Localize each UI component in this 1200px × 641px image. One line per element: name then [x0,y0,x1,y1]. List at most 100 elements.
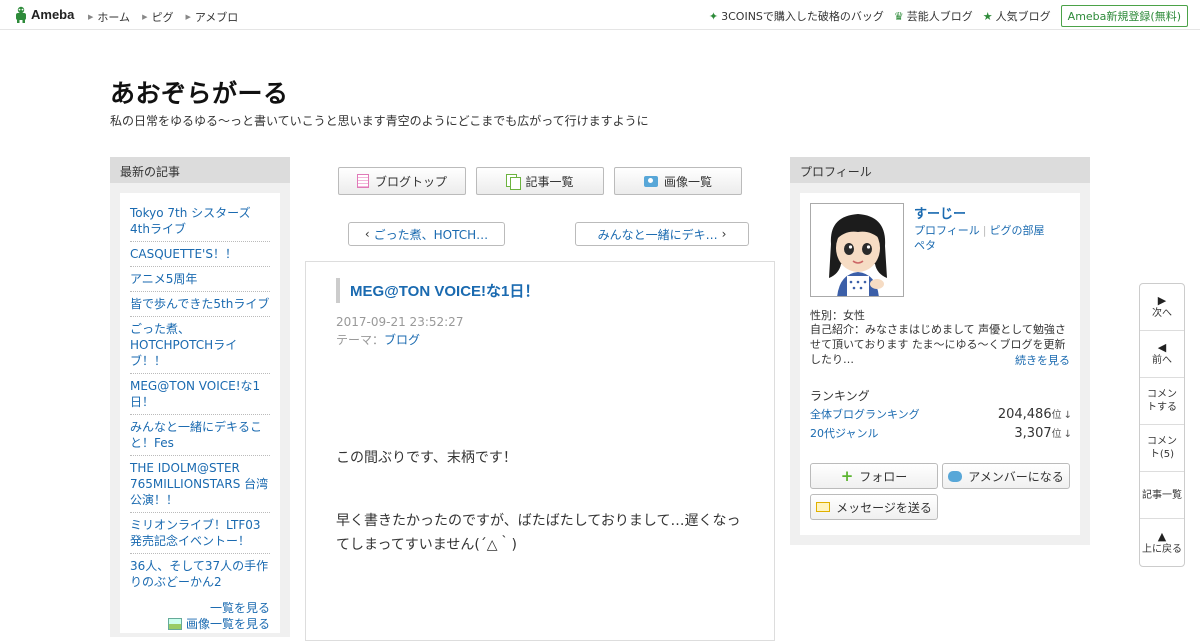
recent-articles-list: Tokyo 7th シスターズ4thライブ CASQUETTE'S！！ アニメ5… [130,201,270,594]
profile-panel: プロフィール すーじー プロフィール | ピグの部屋 ペタ 性別：女性 自己紹介… [790,157,1090,545]
popular-blog-link[interactable]: ★ 人気ブログ [983,8,1051,24]
blog-toolbar: ブログトップ 記事一覧 画像一覧 [338,167,742,195]
article-paragraph: 早く書きたかったのですが、ばたばたしておりまして…遅くなってしまってすいません(… [336,513,741,553]
amember-button[interactable]: アメンバーになる [942,463,1070,489]
ranking-label[interactable]: 全体ブログランキング [810,406,920,422]
next-entry-button[interactable]: ▶ 次へ [1140,284,1184,331]
recent-article-link[interactable]: みんなと一緒にデキること！Fes [130,415,270,456]
ameba-logo-text: Ameba [31,7,75,22]
caret-right-icon: ▶ [185,13,191,21]
profile-name[interactable]: すーじー [914,203,966,222]
nav-ameblo[interactable]: ▶ アメブロ [185,9,238,25]
crown-icon: ♛ [893,9,904,23]
article-paragraph: この間ぶりです、末柄です！ [336,450,517,466]
recent-article-link[interactable]: ミリオンライブ！LTF03発売記念イベントー！ [130,513,270,554]
next-article-button[interactable]: みんなと一緒にデキ… › [575,222,749,246]
avatar-illustration [811,204,903,296]
recent-article-link[interactable]: Tokyo 7th シスターズ4thライブ [130,201,270,242]
celebrity-blog-link[interactable]: ♛ 芸能人ブログ [894,8,973,24]
image-list-button[interactable]: 画像一覧 [614,167,742,195]
prev-entry-button[interactable]: ◀ 前へ [1140,331,1184,378]
ranking-number: 204,486 [997,407,1052,422]
header-right: ✦ 3COINSで購入した破格のバッグ ♛ 芸能人ブログ ★ 人気ブログ Ameba新… [709,5,1188,27]
chevron-right-icon: › [721,227,727,241]
entry-list-label: 記事一覧 [1142,489,1182,501]
ranking-number: 3,307 [1014,426,1052,441]
signup-button[interactable]: Ameba新規登録(無料) [1060,5,1188,27]
avatar[interactable] [810,203,904,297]
sparkle-icon: ✦ [708,9,719,23]
arrow-down-icon: ↓ [1063,410,1072,421]
send-message-button[interactable]: メッセージを送る [810,494,938,520]
blog-top-button[interactable]: ブログトップ [338,167,466,195]
back-to-top-label: 上に戻る [1142,543,1182,555]
ranking-label[interactable]: 20代ジャンル [810,425,878,441]
recent-articles-heading: 最新の記事 [110,157,290,183]
comments-label: コメント(5) [1147,436,1177,460]
celebrity-blog-label: 芸能人ブログ [906,10,973,23]
recent-article-link[interactable]: 皆で歩んできた5thライブ [130,292,270,317]
caret-right-icon: ▶ [88,13,94,21]
blog-title[interactable]: あおぞらがーる [110,74,289,110]
article-list-button[interactable]: 記事一覧 [476,167,604,195]
recent-article-link[interactable]: 36人、そして37人の手作りのぶどーかん2 [130,554,270,594]
global-nav: ▶ ホーム ▶ ピグ ▶ アメブロ [88,9,238,25]
camera-icon [643,175,658,187]
topic-link-label: 3COINSで購入した破格のバッグ [721,10,884,23]
chevron-left-icon: ‹ [364,227,370,241]
article-date: 2017-09-21 23:52:27 [336,315,464,329]
recent-article-link[interactable]: CASQUETTE'S！！ [130,242,270,267]
prev-article-button[interactable]: ‹ ごった煮、HOTCH… [348,222,505,246]
pigg-room-link[interactable]: ピグの部屋 [990,224,1045,237]
nav-ameblo-label: アメブロ [194,11,239,24]
article-title[interactable]: MEG@TON VOICE!な1日！ [336,278,539,303]
read-more-link[interactable]: 続きを見る [1015,352,1070,368]
nav-pigg-label: ピグ [151,11,174,24]
plus-icon: + [840,467,854,485]
recent-article-link[interactable]: アニメ5周年 [130,267,270,292]
recent-article-link[interactable]: ごった煮、HOTCHPOTCHライブ！！ [130,317,270,374]
comments-button[interactable]: コメント(5) [1140,425,1184,472]
recent-article-link[interactable]: THE IDOLM@STER 765MILLIONSTARS 台湾公演！！ [130,456,270,513]
ranking-heading: ランキング [810,389,870,403]
follow-button[interactable]: + フォロー [810,463,938,489]
image-list-icon [167,618,182,630]
see-all-link[interactable]: 一覧を見る [130,600,270,616]
follow-label: フォロー [859,469,908,484]
entry-list-button[interactable]: 記事一覧 [1140,472,1184,519]
arrow-up-icon: ▲ [1157,529,1167,543]
image-list-label: 画像一覧 [663,174,712,189]
ranking-unit: 位 [1051,410,1062,421]
ranking-unit: 位 [1051,429,1062,440]
amember-label: アメンバーになる [968,469,1064,484]
ranking-value: 3,307位 ↓ [1014,425,1072,441]
profile-link[interactable]: プロフィール [914,224,980,237]
article-theme-link[interactable]: ブログ [384,333,420,347]
ameba-logo[interactable]: Ameba [14,6,74,23]
profile-body: すーじー プロフィール | ピグの部屋 ペタ 性別：女性 自己紹介：みなさまはじめま… [800,193,1080,535]
recent-more-links: 一覧を見る 画像一覧を見る [130,600,270,632]
write-comment-button[interactable]: コメントする [1140,378,1184,425]
ranking-row: 20代ジャンル 3,307位 ↓ [810,425,1072,441]
nav-pigg[interactable]: ▶ ピグ [142,9,173,25]
blog-top-label: ブログトップ [374,174,447,189]
send-message-label: メッセージを送る [836,500,932,515]
see-images-label: 画像一覧を見る [185,617,270,631]
nav-home[interactable]: ▶ ホーム [88,9,130,25]
global-header: Ameba ▶ ホーム ▶ ピグ ▶ アメブロ ✦ 3COINSで購入した破格のバッグ … [0,0,1200,30]
ameba-logo-icon [16,6,26,23]
next-entry-label: 次へ [1152,308,1172,319]
recent-articles-body: Tokyo 7th シスターズ4thライブ CASQUETTE'S！！ アニメ5… [120,193,280,633]
ranking-value: 204,486位 ↓ [998,406,1072,422]
recent-article-link[interactable]: MEG@TON VOICE!な1日！ [130,374,270,415]
caret-right-icon: ▶ [142,13,148,21]
peta-link[interactable]: ペタ [914,239,936,252]
star-icon: ★ [982,9,993,23]
prev-entry-label: 前へ [1152,355,1172,366]
write-comment-label: コメントする [1147,389,1177,413]
floating-nav: ▶ 次へ ◀ 前へ コメントする コメント(5) 記事一覧 ▲ 上に戻る [1139,283,1185,567]
next-article-label: みんなと一緒にデキ… [597,227,718,242]
link-separator: | [982,224,987,237]
back-to-top-button[interactable]: ▲ 上に戻る [1140,519,1184,566]
topic-link[interactable]: ✦ 3COINSで購入した破格のバッグ [709,8,884,24]
